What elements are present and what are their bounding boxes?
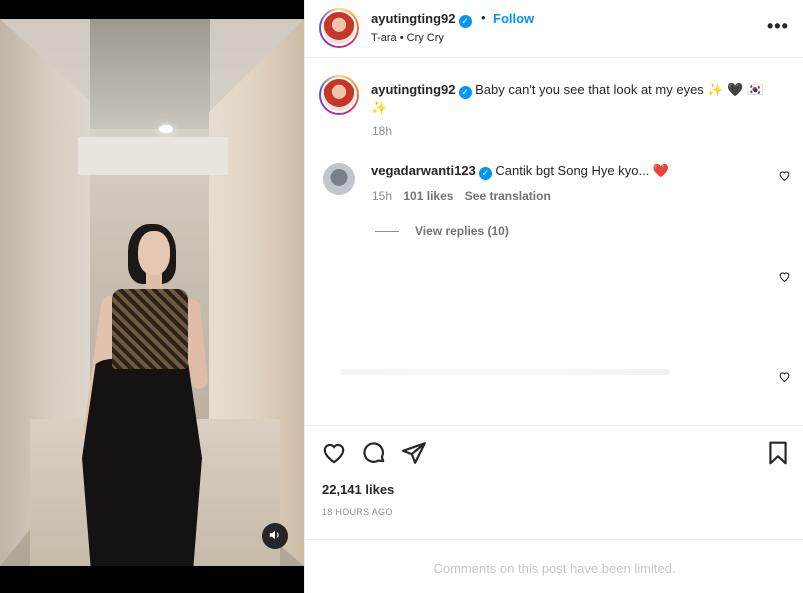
see-translation-link[interactable]: See translation (465, 189, 551, 203)
verified-badge-icon: ✓ (478, 167, 492, 180)
speaker-icon[interactable] (262, 523, 288, 549)
share-icon[interactable] (401, 440, 427, 466)
hallway-ceiling-band (78, 137, 228, 175)
commenter-username[interactable]: vegadarwanti123 (371, 163, 476, 178)
caption-username[interactable]: ayutingting92 (371, 82, 456, 97)
heart-icon[interactable] (321, 440, 347, 466)
comment-meta: 15h 101 likes See translation (372, 189, 551, 203)
verified-badge-icon: ✓ (458, 15, 472, 28)
figure-dress-bodice (112, 289, 188, 369)
comment-icon[interactable] (361, 440, 387, 466)
post-timestamp[interactable]: 18 HOURS AGO (322, 507, 393, 517)
comment-likes[interactable]: 101 likes (403, 189, 453, 203)
more-options-icon[interactable]: ••• (767, 16, 789, 37)
loading-comment-placeholder (340, 369, 670, 375)
post-header: ayutingting92 ✓ • Follow T-ara • Cry Cry … (305, 0, 803, 58)
author-username[interactable]: ayutingting92 ✓ (371, 11, 472, 28)
audio-track[interactable]: T-ara • Cry Cry (371, 32, 444, 44)
separator-dot: • (481, 10, 486, 25)
video-player[interactable] (0, 19, 304, 566)
post-panel: ayutingting92 ✓ • Follow T-ara • Cry Cry … (304, 0, 803, 593)
view-replies-button[interactable]: View replies (10) (375, 224, 509, 238)
comments-limited-notice: Comments on this post have been limited. (305, 539, 803, 593)
verified-badge-icon: ✓ (458, 86, 472, 99)
post-media[interactable] (0, 0, 304, 593)
bookmark-icon[interactable] (765, 440, 791, 466)
comment-like-heart-icon[interactable] (778, 370, 791, 386)
likes-count[interactable]: 22,141 likes (322, 482, 394, 497)
figure-face (138, 231, 170, 275)
caption-time[interactable]: 18h (372, 124, 392, 138)
hallway-ceiling (90, 19, 210, 129)
comment-like-heart-icon[interactable] (778, 270, 791, 286)
comment-text: Cantik bgt Song Hye kyo... ❤️ (495, 163, 670, 178)
ceiling-light (159, 125, 173, 133)
follow-button[interactable]: Follow (493, 11, 534, 26)
caption: ayutingting92 ✓ Baby can't you see that l… (371, 81, 771, 117)
post-actions: 22,141 likes 18 HOURS AGO (305, 425, 803, 539)
replies-divider (375, 231, 399, 233)
comment-time[interactable]: 15h (372, 189, 392, 203)
comment: vegadarwanti123 ✓ Cantik bgt Song Hye kyo… (371, 163, 669, 180)
figure-dress-skirt (82, 359, 202, 566)
author-avatar[interactable] (319, 8, 359, 48)
comment-like-heart-icon[interactable] (778, 169, 791, 185)
comments-section: ayutingting92 ✓ Baby can't you see that l… (305, 59, 803, 425)
caption-avatar[interactable] (319, 75, 359, 115)
commenter-avatar[interactable] (323, 163, 355, 195)
